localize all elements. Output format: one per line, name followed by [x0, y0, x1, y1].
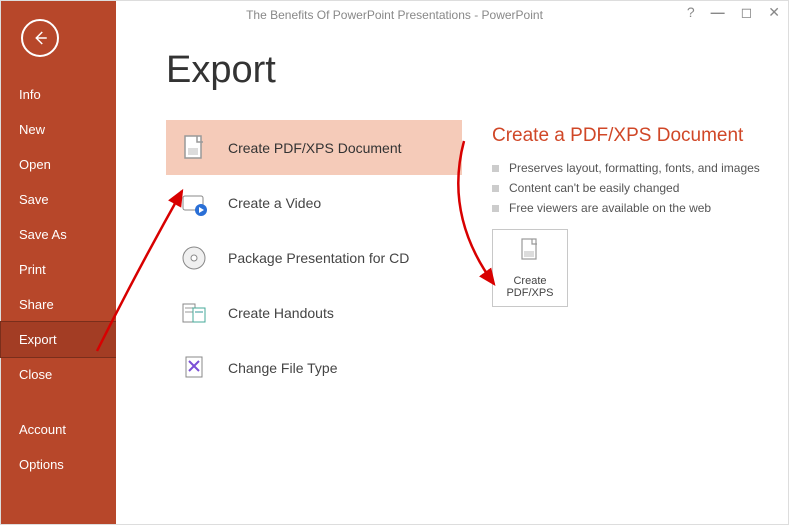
- file-type-icon: [176, 350, 212, 386]
- sidebar-item-share[interactable]: Share: [1, 287, 116, 322]
- option-package-cd[interactable]: Package Presentation for CD: [166, 230, 462, 285]
- main-pane: Export Create PDF/XPS Document Create a …: [116, 29, 788, 524]
- option-label: Create Handouts: [228, 305, 334, 321]
- handouts-icon: [176, 295, 212, 331]
- help-icon[interactable]: ?: [687, 5, 695, 19]
- button-label-line1: Create: [513, 275, 546, 287]
- sidebar-item-print[interactable]: Print: [1, 252, 116, 287]
- option-label: Change File Type: [228, 360, 337, 376]
- window-title: The Benefits Of PowerPoint Presentations…: [246, 8, 543, 22]
- sidebar-item-export[interactable]: Export: [1, 322, 116, 357]
- sidebar-item-options[interactable]: Options: [1, 447, 116, 482]
- minimize-icon[interactable]: —: [711, 5, 725, 19]
- restore-icon[interactable]: ◻: [741, 5, 753, 19]
- bullet-item: Preserves layout, formatting, fonts, and…: [492, 161, 782, 175]
- back-button[interactable]: [21, 19, 59, 57]
- option-create-handouts[interactable]: Create Handouts: [166, 285, 462, 340]
- option-label: Create a Video: [228, 195, 321, 211]
- details-bullets: Preserves layout, formatting, fonts, and…: [492, 161, 782, 215]
- window-controls: ? — ◻ ✕: [687, 5, 780, 19]
- sidebar-item-close[interactable]: Close: [1, 357, 116, 392]
- option-label: Package Presentation for CD: [228, 250, 409, 266]
- pdf-document-icon: [515, 236, 545, 269]
- export-options-list: Create PDF/XPS Document Create a Video P…: [166, 120, 462, 395]
- create-pdf-xps-button[interactable]: Create PDF/XPS: [492, 229, 568, 307]
- option-create-pdf-xps[interactable]: Create PDF/XPS Document: [166, 120, 462, 175]
- sidebar-item-save-as[interactable]: Save As: [1, 217, 116, 252]
- export-details: Create a PDF/XPS Document Preserves layo…: [492, 120, 782, 307]
- option-label: Create PDF/XPS Document: [228, 140, 402, 156]
- cd-icon: [176, 240, 212, 276]
- sidebar-item-account[interactable]: Account: [1, 412, 116, 447]
- sidebar-item-open[interactable]: Open: [1, 147, 116, 182]
- titlebar: The Benefits Of PowerPoint Presentations…: [1, 1, 788, 29]
- option-create-video[interactable]: Create a Video: [166, 175, 462, 230]
- backstage-sidebar: Info New Open Save Save As Print Share E…: [1, 1, 116, 524]
- button-label-line2: PDF/XPS: [506, 287, 553, 299]
- page-title: Export: [166, 49, 788, 92]
- sidebar-item-save[interactable]: Save: [1, 182, 116, 217]
- close-icon[interactable]: ✕: [768, 5, 780, 19]
- bullet-item: Content can't be easily changed: [492, 181, 782, 195]
- details-title: Create a PDF/XPS Document: [492, 124, 782, 149]
- sidebar-item-new[interactable]: New: [1, 112, 116, 147]
- bullet-item: Free viewers are available on the web: [492, 201, 782, 215]
- video-icon: [176, 185, 212, 221]
- pdf-document-icon: [176, 130, 212, 166]
- option-change-file-type[interactable]: Change File Type: [166, 340, 462, 395]
- sidebar-item-info[interactable]: Info: [1, 77, 116, 112]
